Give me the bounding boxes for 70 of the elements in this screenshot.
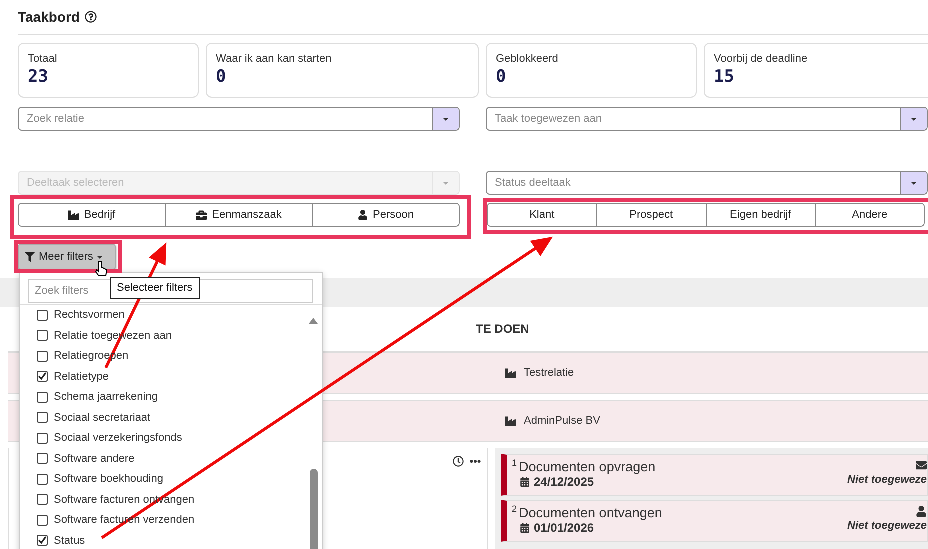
clock-icon[interactable]	[453, 456, 464, 467]
stat-label: Totaal	[28, 53, 58, 65]
calendar-icon	[520, 522, 530, 532]
stat-value: 0	[216, 67, 228, 87]
filter-icon	[25, 252, 35, 262]
option-label: Sociaal verzekeringsfonds	[54, 432, 182, 444]
factory-icon	[505, 368, 516, 378]
checkbox[interactable]	[37, 350, 48, 362]
filter-option[interactable]: Sociaal secretariaat	[20, 408, 322, 428]
option-label: Relatietype	[54, 370, 110, 383]
checkbox[interactable]	[37, 494, 48, 506]
stat-value: 0	[496, 67, 508, 87]
task-title: $^{1}$ Documenten opvragen	[512, 458, 657, 474]
task-date: 01/01/2026	[534, 520, 594, 534]
more-filters-button[interactable]: Meer filters	[18, 244, 116, 270]
relation-name: Testrelatie	[524, 367, 574, 379]
task-card[interactable]: $^{1}$ Documenten opvragen 24/12/2025 Niet toegeweze	[501, 454, 928, 496]
filter-option[interactable]: Rechtsvormen	[20, 305, 322, 326]
task-title: $^{2}$ Documenten ontvangen	[512, 504, 664, 520]
task-assignee: Niet toegeweze	[848, 520, 927, 532]
briefcase-icon	[196, 210, 208, 220]
caret-icon	[97, 256, 104, 258]
option-label: Software boekhouding	[54, 473, 164, 486]
option-label: Software andere	[54, 452, 135, 465]
stat-value: 15	[714, 67, 736, 87]
envelope-icon	[916, 460, 927, 471]
help-icon[interactable]	[84, 11, 97, 23]
filter-option[interactable]: Software boekhouding	[20, 469, 322, 490]
select-field[interactable]: Taak toegewezen aan	[486, 107, 928, 131]
task-date: 24/12/2025	[534, 474, 594, 488]
stat-label: Voorbij de deadline	[714, 53, 809, 65]
factory-icon	[68, 210, 80, 220]
caret-icon	[911, 118, 917, 120]
filter-option[interactable]: Software andere	[20, 448, 322, 469]
checkbox[interactable]	[37, 535, 48, 546]
option-label: Status	[54, 534, 86, 547]
filter-option[interactable]: Relatietype	[20, 366, 322, 387]
person-icon	[916, 506, 927, 517]
checkbox[interactable]	[37, 474, 48, 485]
checkbox[interactable]	[37, 310, 48, 321]
tooltip: Selecteer filters	[110, 277, 200, 299]
factory-icon	[505, 416, 516, 426]
relation-form-button[interactable]: Persoon	[312, 204, 459, 226]
relation-type-button[interactable]: Andere	[814, 204, 924, 226]
page-title: Taakbord	[18, 9, 80, 25]
caret-icon	[443, 182, 449, 184]
checkbox[interactable]	[37, 330, 48, 342]
checkbox[interactable]	[37, 371, 48, 382]
person-icon	[358, 210, 368, 220]
option-label: Sociaal secretariaat	[54, 412, 151, 424]
calendar-icon	[520, 476, 530, 486]
stat-label: Waar ik aan kan starten	[216, 53, 333, 65]
stat-label: Geblokkeerd	[496, 53, 560, 65]
checkbox[interactable]	[37, 453, 48, 464]
task-assignee: Niet toegeweze	[848, 474, 927, 486]
task-card[interactable]: $^{2}$ Documenten ontvangen 01/01/2026 Niet toegeweze	[501, 500, 928, 542]
checkbox[interactable]	[37, 432, 48, 444]
relation-name: AdminPulse BV	[524, 415, 600, 427]
checkbox[interactable]	[37, 514, 48, 526]
scroll-up-icon[interactable]	[309, 318, 318, 324]
caret-icon	[911, 182, 917, 184]
checkbox[interactable]	[37, 412, 48, 424]
option-label: Rechtsvormen	[54, 309, 125, 322]
select-field[interactable]: Zoek relatie	[18, 107, 460, 131]
filter-option[interactable]: Status	[20, 530, 322, 549]
caret-icon	[443, 118, 449, 120]
select-field[interactable]: Status deeltaak	[486, 171, 928, 195]
column-title: TE DOEN	[476, 322, 530, 336]
stat-value: 23	[28, 67, 50, 87]
checkbox[interactable]	[37, 392, 48, 403]
